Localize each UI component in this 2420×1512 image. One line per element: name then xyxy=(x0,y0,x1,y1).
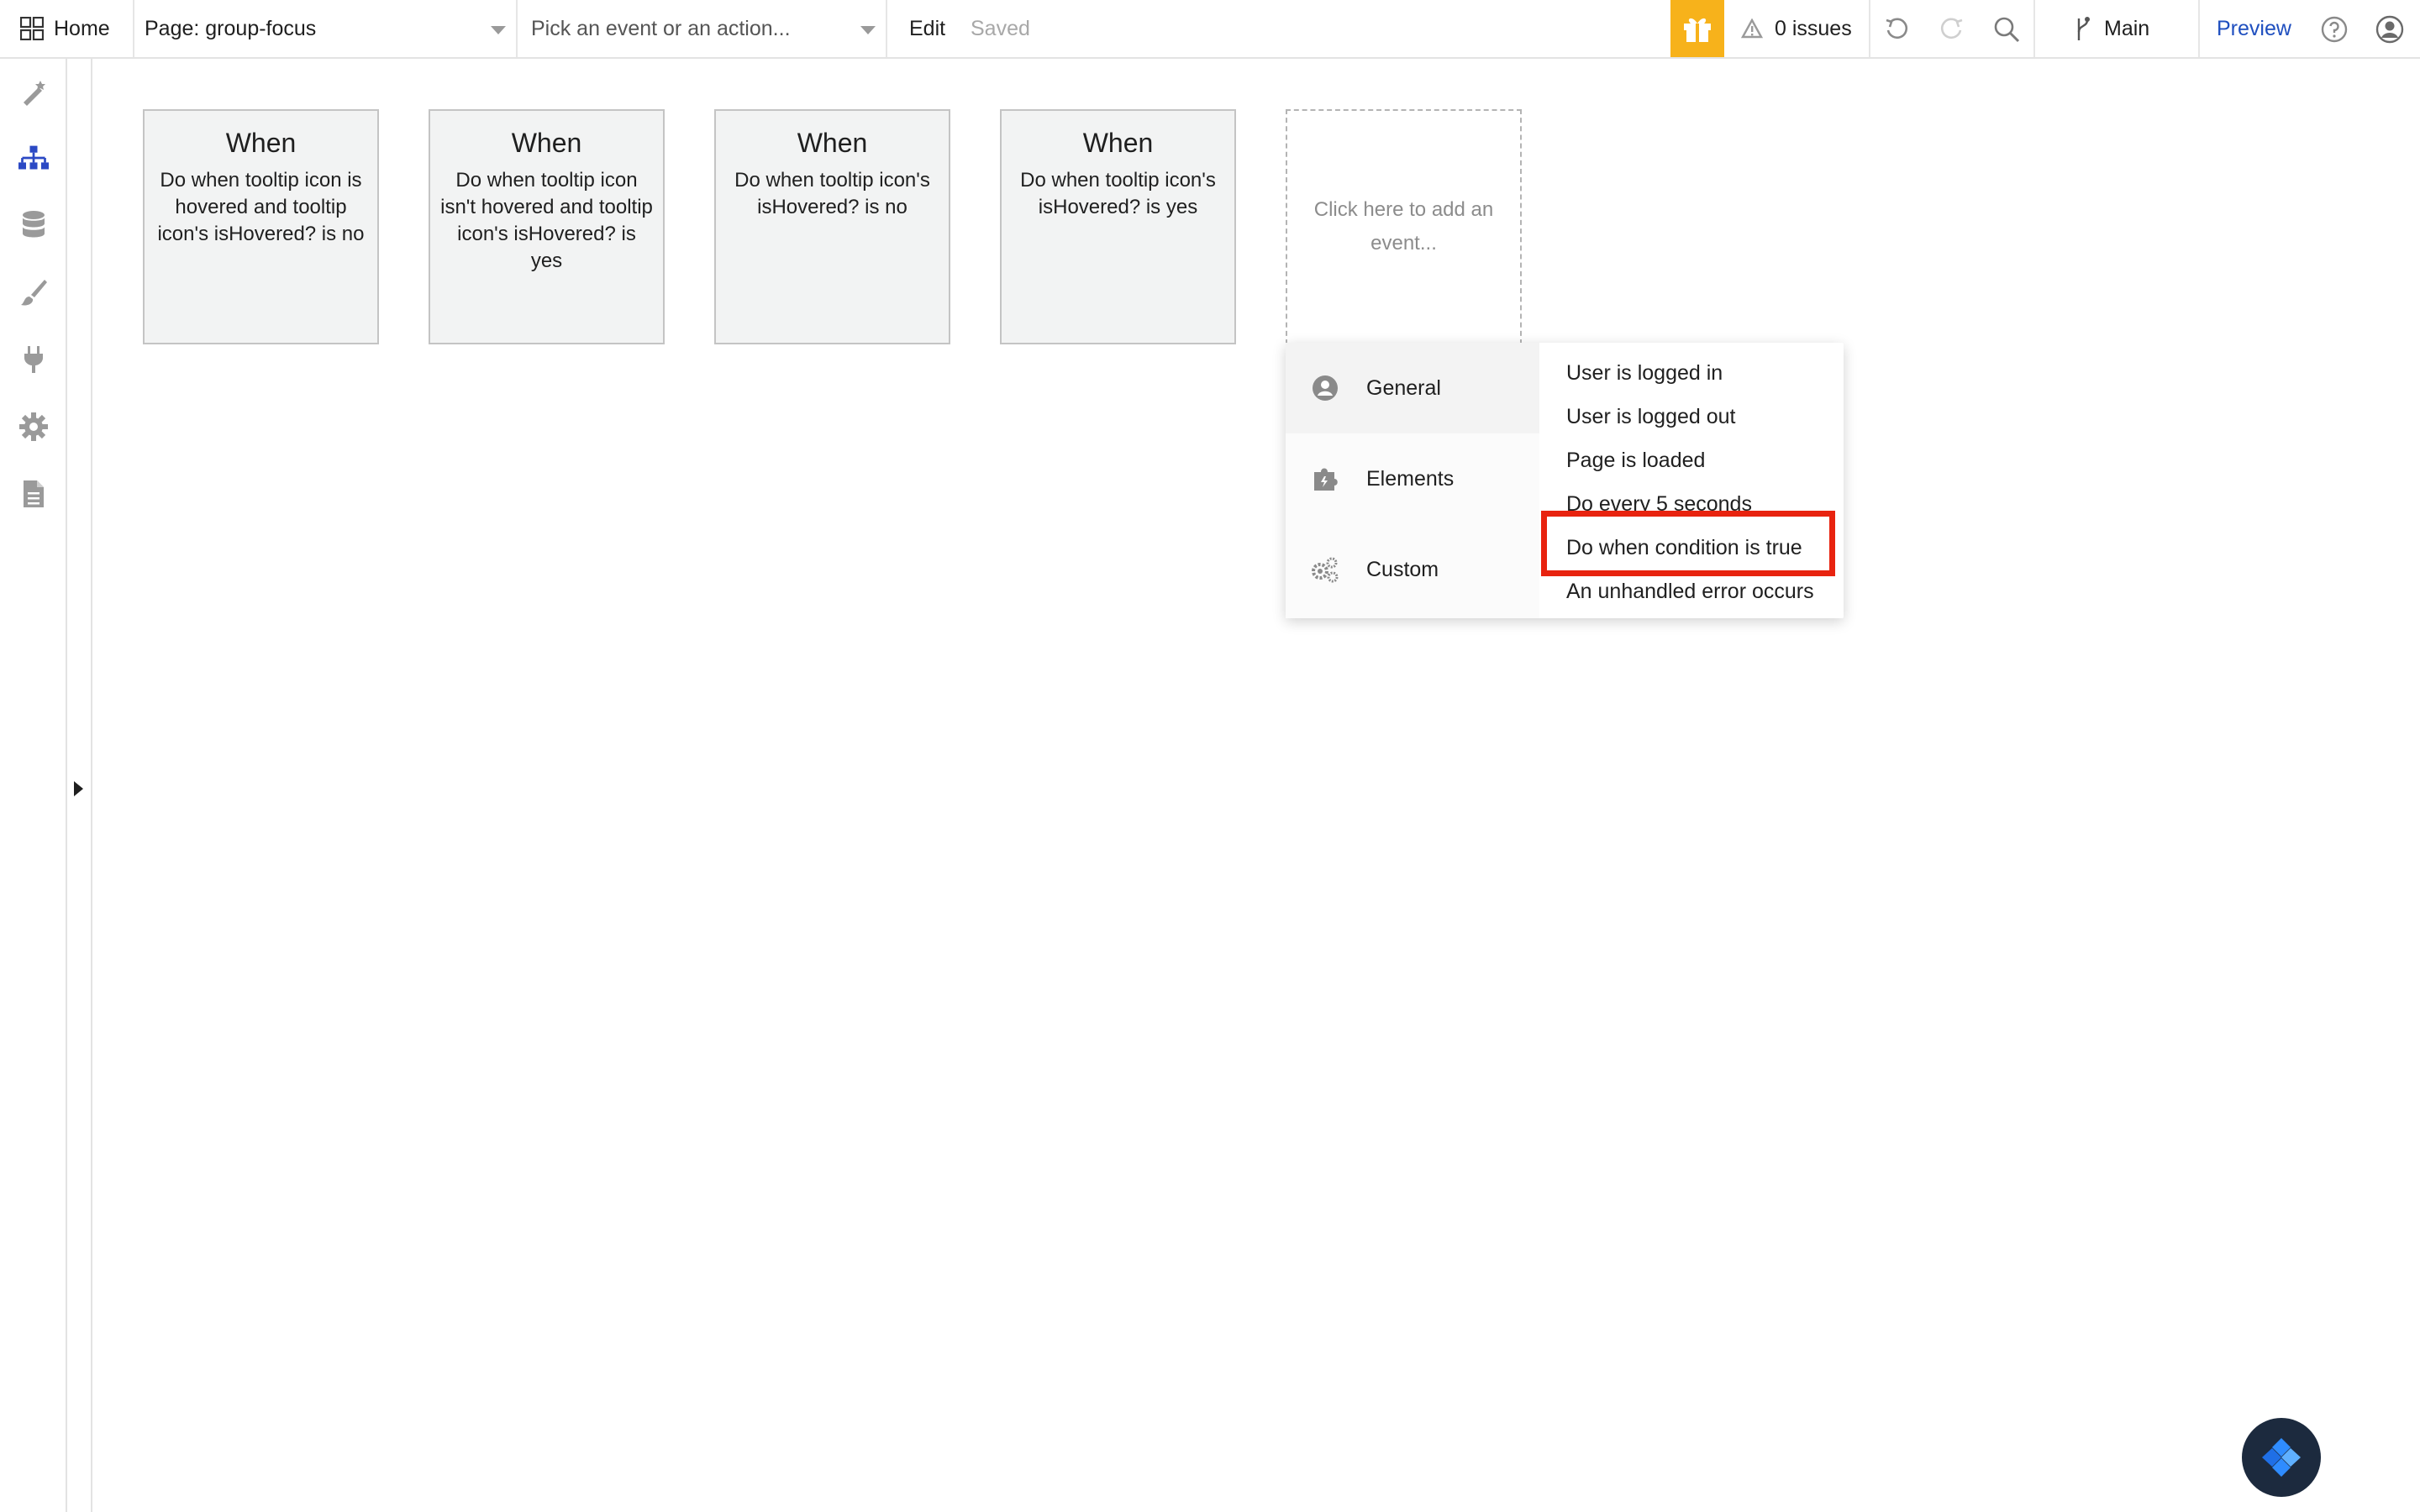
data-tab[interactable] xyxy=(18,210,49,240)
event-category-list: General Elements Custom xyxy=(1286,343,1539,618)
option-user-logged-in[interactable]: User is logged in xyxy=(1566,351,1723,395)
category-custom[interactable]: Custom xyxy=(1286,524,1539,615)
help-button[interactable] xyxy=(2319,14,2349,45)
panel-gutter xyxy=(67,59,92,1512)
page-select-value: Page: group-focus xyxy=(145,16,317,40)
branch-label: Main xyxy=(2104,16,2150,40)
gift-button[interactable] xyxy=(1670,0,1724,57)
option-page-loaded[interactable]: Page is loaded xyxy=(1566,438,1705,482)
divider xyxy=(133,0,134,57)
category-label: General xyxy=(1366,375,1441,400)
event-card-description: Do when tooltip icon isn't hovered and t… xyxy=(440,169,653,272)
warning-icon xyxy=(1741,18,1763,39)
preview-label: Preview xyxy=(2217,16,2291,40)
search-button[interactable] xyxy=(1991,14,2022,45)
divider xyxy=(516,0,518,57)
workflow-icon xyxy=(18,145,49,170)
page-selector[interactable]: Page: group-focus xyxy=(145,0,506,57)
event-card-description: Do when tooltip icon's isHovered? is no xyxy=(734,169,930,218)
divider xyxy=(2198,0,2200,57)
issues-indicator[interactable]: 0 issues xyxy=(1741,0,1852,57)
chevron-down-icon xyxy=(860,26,876,34)
edit-menu[interactable]: Edit xyxy=(909,0,945,57)
home-label: Home xyxy=(54,16,110,40)
plugins-tab[interactable] xyxy=(18,344,49,375)
event-card-title: When xyxy=(1082,128,1154,158)
edit-label: Edit xyxy=(909,16,946,40)
undo-button[interactable] xyxy=(1882,14,1912,45)
logo-icon xyxy=(2262,1438,2301,1477)
preview-button[interactable]: Preview xyxy=(2217,0,2291,57)
user-avatar-icon xyxy=(2375,15,2404,44)
brush-icon xyxy=(21,280,47,306)
category-label: Custom xyxy=(1366,557,1439,581)
redo-button[interactable] xyxy=(1936,14,1966,45)
assistant-fab[interactable] xyxy=(2242,1418,2321,1497)
category-general[interactable]: General xyxy=(1286,343,1539,433)
gift-icon xyxy=(1684,18,1711,42)
event-card-description: Do when tooltip icon is hovered and tool… xyxy=(157,169,365,245)
design-icon xyxy=(24,81,45,106)
divider xyxy=(886,0,887,57)
event-action-selector[interactable]: Pick an event or an action... xyxy=(531,0,876,57)
chevron-down-icon xyxy=(491,26,506,34)
event-option-list: User is logged in User is logged out Pag… xyxy=(1539,343,1844,618)
top-bar: Home Page: group-focus Pick an event or … xyxy=(0,0,2420,59)
settings-tab[interactable] xyxy=(18,412,49,442)
logs-tab[interactable] xyxy=(18,479,49,509)
redo-icon xyxy=(1940,18,1963,39)
branch-selector[interactable]: Main xyxy=(2074,0,2149,57)
help-icon xyxy=(2321,16,2348,43)
gear-icon xyxy=(19,412,48,441)
event-select-placeholder: Pick an event or an action... xyxy=(531,16,791,40)
design-tab[interactable] xyxy=(18,77,49,108)
undo-icon xyxy=(1886,18,1908,39)
option-do-every-5-seconds[interactable]: Do every 5 seconds xyxy=(1566,482,1752,526)
save-status: Saved xyxy=(971,0,1030,57)
category-label: Elements xyxy=(1366,466,1455,491)
divider xyxy=(2033,0,2035,57)
add-event-card[interactable]: Click here to add an event... xyxy=(1286,109,1522,344)
expand-panel-arrow-icon[interactable] xyxy=(74,781,83,796)
styles-tab[interactable] xyxy=(18,277,49,307)
puzzle-icon xyxy=(1311,465,1339,493)
event-card-title: When xyxy=(797,128,868,158)
home-button[interactable]: Home xyxy=(20,0,110,57)
issues-label: 0 issues xyxy=(1775,16,1852,40)
gears-icon xyxy=(1311,555,1339,584)
event-card-title: When xyxy=(225,128,297,158)
workflow-tab[interactable] xyxy=(18,143,49,173)
event-card-description: Do when tooltip icon's isHovered? is yes xyxy=(1020,169,1216,218)
event-card[interactable]: When Do when tooltip icon's isHovered? i… xyxy=(714,109,950,344)
event-card[interactable]: When Do when tooltip icon isn't hovered … xyxy=(429,109,665,344)
category-elements[interactable]: Elements xyxy=(1286,433,1539,524)
left-sidebar xyxy=(0,59,67,1512)
search-icon xyxy=(1994,17,2020,43)
event-card[interactable]: When Do when tooltip icon's isHovered? i… xyxy=(1000,109,1236,344)
database-icon xyxy=(23,211,45,238)
option-do-when-condition-true[interactable]: Do when condition is true xyxy=(1566,526,1802,570)
divider xyxy=(1869,0,1870,57)
event-type-dropdown: General Elements Custom User is logged i… xyxy=(1286,343,1844,618)
branch-icon xyxy=(2077,17,2090,40)
document-icon xyxy=(24,480,44,507)
saved-label: Saved xyxy=(971,16,1030,40)
plug-icon xyxy=(24,346,43,373)
add-event-label: Click here to add an event... xyxy=(1313,198,1494,255)
user-circle-icon xyxy=(1311,374,1339,402)
event-card[interactable]: When Do when tooltip icon is hovered and… xyxy=(143,109,379,344)
option-user-logged-out[interactable]: User is logged out xyxy=(1566,395,1736,438)
grid-icon xyxy=(20,17,44,40)
option-unhandled-error[interactable]: An unhandled error occurs xyxy=(1566,570,1814,613)
event-card-title: When xyxy=(511,128,582,158)
account-button[interactable] xyxy=(2375,14,2405,45)
